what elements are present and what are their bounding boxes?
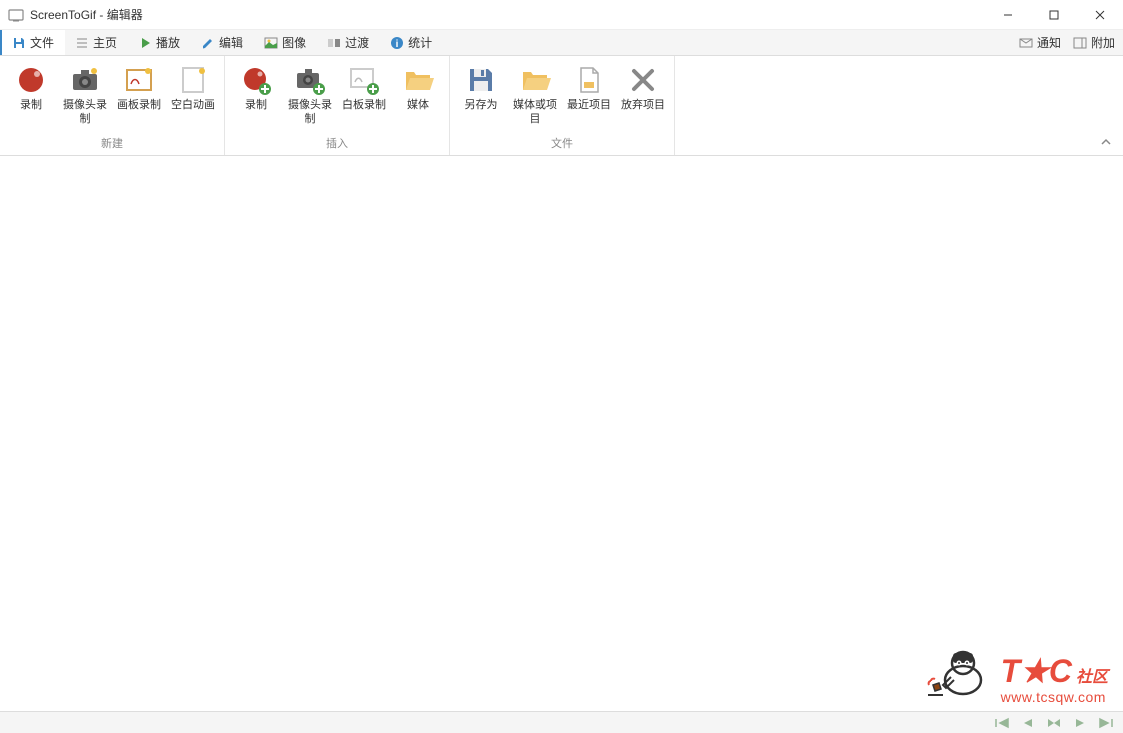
tab-play[interactable]: 播放: [128, 30, 191, 55]
saveas-label: 另存为: [465, 98, 498, 112]
ribbon: 录制 摄像头录制 画板录制 空白动画 新建 录制: [0, 56, 1123, 156]
saveas-button[interactable]: 另存为: [454, 60, 508, 133]
group-file-label: 文件: [450, 133, 674, 155]
new-blank-button[interactable]: 空白动画: [166, 60, 220, 133]
recent-button[interactable]: 最近项目: [562, 60, 616, 133]
ribbon-collapse-button[interactable]: [1099, 135, 1113, 149]
attach-button[interactable]: 附加: [1073, 34, 1115, 51]
new-board-button[interactable]: 画板录制: [112, 60, 166, 133]
save-icon: [12, 36, 26, 50]
ribbon-group-new: 录制 摄像头录制 画板录制 空白动画 新建: [0, 56, 225, 155]
new-webcam-button[interactable]: 摄像头录制: [58, 60, 112, 133]
floppy-icon: [465, 64, 497, 96]
camera-icon: [69, 64, 101, 96]
ribbon-group-file: 另存为 媒体或项目 最近项目 放弃项目 文件: [450, 56, 675, 155]
image-icon: [264, 36, 278, 50]
window-controls: [985, 0, 1123, 29]
insert-whiteboard-button[interactable]: 白板录制: [337, 60, 391, 133]
minimize-button[interactable]: [985, 0, 1031, 29]
info-icon: i: [390, 36, 404, 50]
nav-last-button[interactable]: [1095, 714, 1117, 732]
insert-record-label: 录制: [245, 98, 267, 112]
folder-open-icon: [402, 64, 434, 96]
new-board-label: 画板录制: [117, 98, 161, 112]
window-title: ScreenToGif - 编辑器: [30, 6, 985, 23]
folder-icon: [519, 64, 551, 96]
status-bar: [0, 711, 1123, 733]
discard-button[interactable]: 放弃项目: [616, 60, 670, 133]
nav-prev-button[interactable]: [1017, 714, 1039, 732]
insert-whiteboard-label: 白板录制: [342, 98, 386, 112]
tab-transition[interactable]: 过渡: [317, 30, 380, 55]
group-insert-label: 插入: [225, 133, 449, 155]
new-record-label: 录制: [20, 98, 42, 112]
maximize-button[interactable]: [1031, 0, 1077, 29]
notify-label: 通知: [1037, 34, 1061, 51]
close-x-icon: [627, 64, 659, 96]
discard-label: 放弃项目: [621, 98, 665, 112]
record-icon: [15, 64, 47, 96]
record-plus-icon: [240, 64, 272, 96]
new-blank-label: 空白动画: [171, 98, 215, 112]
new-webcam-label: 摄像头录制: [60, 98, 110, 126]
tab-image[interactable]: 图像: [254, 30, 317, 55]
whiteboard-plus-icon: [348, 64, 380, 96]
attach-label: 附加: [1091, 34, 1115, 51]
play-icon: [138, 36, 152, 50]
tab-play-label: 播放: [156, 34, 180, 51]
camera-plus-icon: [294, 64, 326, 96]
media-project-button[interactable]: 媒体或项目: [508, 60, 562, 133]
insert-record-button[interactable]: 录制: [229, 60, 283, 133]
title-bar: ScreenToGif - 编辑器: [0, 0, 1123, 30]
tab-file-label: 文件: [30, 34, 54, 51]
tab-image-label: 图像: [282, 34, 306, 51]
nav-center-button[interactable]: [1043, 714, 1065, 732]
pencil-icon: [201, 36, 215, 50]
notify-button[interactable]: 通知: [1019, 34, 1061, 51]
tab-stats-label: 统计: [408, 34, 432, 51]
insert-media-label: 媒体: [407, 98, 429, 112]
close-button[interactable]: [1077, 0, 1123, 29]
tab-transition-label: 过渡: [345, 34, 369, 51]
tab-edit[interactable]: 编辑: [191, 30, 254, 55]
tab-bar: 文件 主页 播放 编辑 图像 过渡 i 统计 通知 附加: [0, 30, 1123, 56]
transition-icon: [327, 36, 341, 50]
tab-home[interactable]: 主页: [65, 30, 128, 55]
tab-home-label: 主页: [93, 34, 117, 51]
svg-text:i: i: [396, 39, 399, 50]
app-icon: [8, 7, 24, 23]
content-area: [0, 156, 1123, 711]
document-icon: [573, 64, 605, 96]
board-icon: [123, 64, 155, 96]
recent-label: 最近项目: [567, 98, 611, 112]
mail-icon: [1019, 36, 1033, 50]
media-project-label: 媒体或项目: [510, 98, 560, 126]
insert-webcam-button[interactable]: 摄像头录制: [283, 60, 337, 133]
blank-icon: [177, 64, 209, 96]
new-record-button[interactable]: 录制: [4, 60, 58, 133]
list-icon: [75, 36, 89, 50]
group-new-label: 新建: [0, 133, 224, 155]
tab-file[interactable]: 文件: [0, 30, 65, 55]
panel-icon: [1073, 36, 1087, 50]
ribbon-group-insert: 录制 摄像头录制 白板录制 媒体 插入: [225, 56, 450, 155]
nav-next-button[interactable]: [1069, 714, 1091, 732]
tab-stats[interactable]: i 统计: [380, 30, 443, 55]
insert-media-button[interactable]: 媒体: [391, 60, 445, 133]
nav-first-button[interactable]: [991, 714, 1013, 732]
tab-edit-label: 编辑: [219, 34, 243, 51]
insert-webcam-label: 摄像头录制: [285, 98, 335, 126]
